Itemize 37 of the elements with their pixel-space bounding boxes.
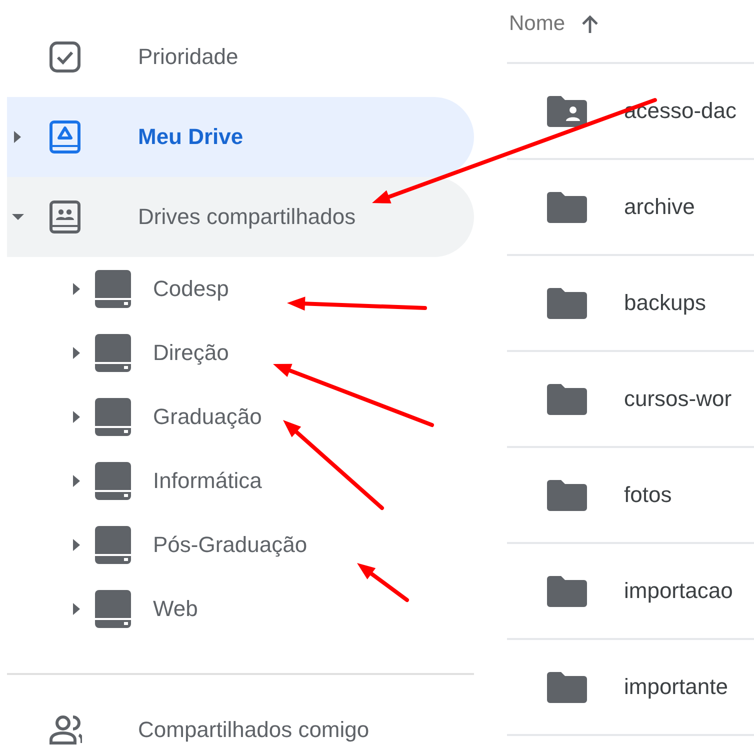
file-row[interactable]: acesso-dac — [507, 64, 754, 160]
file-row[interactable]: importante — [507, 640, 754, 736]
drive-icon — [95, 398, 131, 436]
sidebar-item[interactable]: Drives compartilhados — [7, 177, 474, 257]
file-row[interactable]: cursos-wor — [507, 352, 754, 448]
drive-icon — [95, 334, 131, 372]
folder-icon — [547, 192, 587, 222]
drive-icon — [95, 526, 131, 564]
shared-drive-item[interactable]: Codesp — [7, 257, 474, 321]
sidebar-item[interactable]: Meu Drive — [7, 97, 474, 177]
shared-drive-item[interactable]: Graduação — [7, 385, 474, 449]
shared-drive-item[interactable]: Pós-Graduação — [7, 513, 474, 577]
shared-drive-item[interactable]: Informática — [7, 449, 474, 513]
folder-icon — [547, 288, 587, 318]
folder-icon — [547, 672, 587, 702]
file-row[interactable]: backups — [507, 256, 754, 352]
shared-drive-icon — [48, 200, 82, 234]
sidebar-item[interactable]: Compartilhados comigo — [7, 690, 474, 749]
people-icon — [48, 713, 82, 747]
arrow-annotation — [357, 563, 409, 602]
file-row[interactable]: fotos — [507, 448, 754, 544]
check-box-icon — [48, 40, 82, 74]
drive-logo-icon — [48, 120, 82, 154]
file-row[interactable]: archive — [507, 160, 754, 256]
drive-icon — [95, 270, 131, 308]
sidebar-item[interactable]: Prioridade — [7, 17, 474, 97]
drive-icon — [95, 462, 131, 500]
folder-icon — [547, 576, 587, 606]
folder-icon — [547, 480, 587, 510]
shared-drive-item[interactable]: Direção — [7, 321, 474, 385]
drive-icon — [95, 590, 131, 628]
shared-folder-icon — [547, 96, 587, 126]
folder-icon — [547, 384, 587, 414]
file-row[interactable]: importacao — [507, 544, 754, 640]
column-header[interactable]: Nome — [507, 12, 600, 36]
shared-drive-item[interactable]: Web — [7, 577, 474, 641]
caret-down-icon[interactable] — [12, 211, 24, 223]
